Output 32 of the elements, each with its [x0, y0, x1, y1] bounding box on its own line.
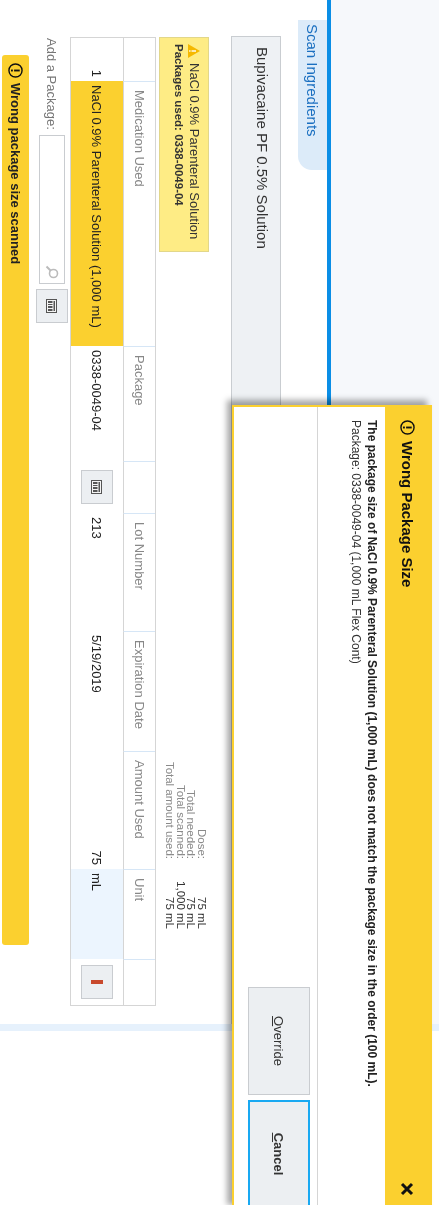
package-search-field[interactable] — [39, 134, 65, 284]
barcode-button[interactable] — [81, 470, 113, 504]
barcode-button[interactable] — [36, 288, 68, 323]
total-label: Total amount used: — [165, 761, 176, 860]
alert-icon — [400, 420, 415, 435]
total-value: 1,000 mL — [175, 881, 186, 929]
total-value: 75 mL — [196, 896, 207, 929]
total-value: 75 mL — [186, 896, 197, 929]
total-label: Total needed: — [186, 789, 197, 860]
alert-icon — [8, 63, 23, 78]
scan-ingredients-tab[interactable]: Scan Ingredients — [298, 20, 327, 170]
table-cell: NaCl 0.9% Parenteral Solution (1,000 mL) — [71, 81, 123, 346]
remove-button[interactable] — [81, 965, 113, 999]
warning-icon — [188, 44, 201, 58]
dialog-button[interactable]: Override — [248, 987, 310, 1095]
search-icon — [45, 264, 59, 279]
total-label: Total scanned: — [175, 783, 186, 860]
total-value: 75 mL — [165, 897, 176, 929]
dialog-button[interactable]: Cancel — [248, 1100, 310, 1205]
add-package-label: Add a Package: — [44, 38, 60, 130]
minus-icon — [91, 980, 103, 984]
barcode-icon — [46, 298, 58, 313]
dialog-detail: Package: 0338-0049-04 (1,000 mL Flex Cont) — [349, 420, 363, 666]
table-cell: mL — [71, 869, 123, 959]
close-icon — [400, 1182, 415, 1196]
total-label: Dose: — [196, 828, 207, 860]
barcode-icon — [91, 480, 103, 494]
dialog-title: Wrong Package Size — [399, 441, 416, 590]
warning-medication: NaCl 0.9% Parenteral Solution — [187, 63, 202, 240]
packages-used: Packages used: 0338-0049-04 — [173, 44, 185, 208]
dialog-message: The package size of NaCl 0.9% Parenteral Solution (1,000 mL) does not match the package size in the order (100 mL). — [365, 420, 379, 1089]
status-message: Wrong package size scanned — [8, 83, 23, 265]
